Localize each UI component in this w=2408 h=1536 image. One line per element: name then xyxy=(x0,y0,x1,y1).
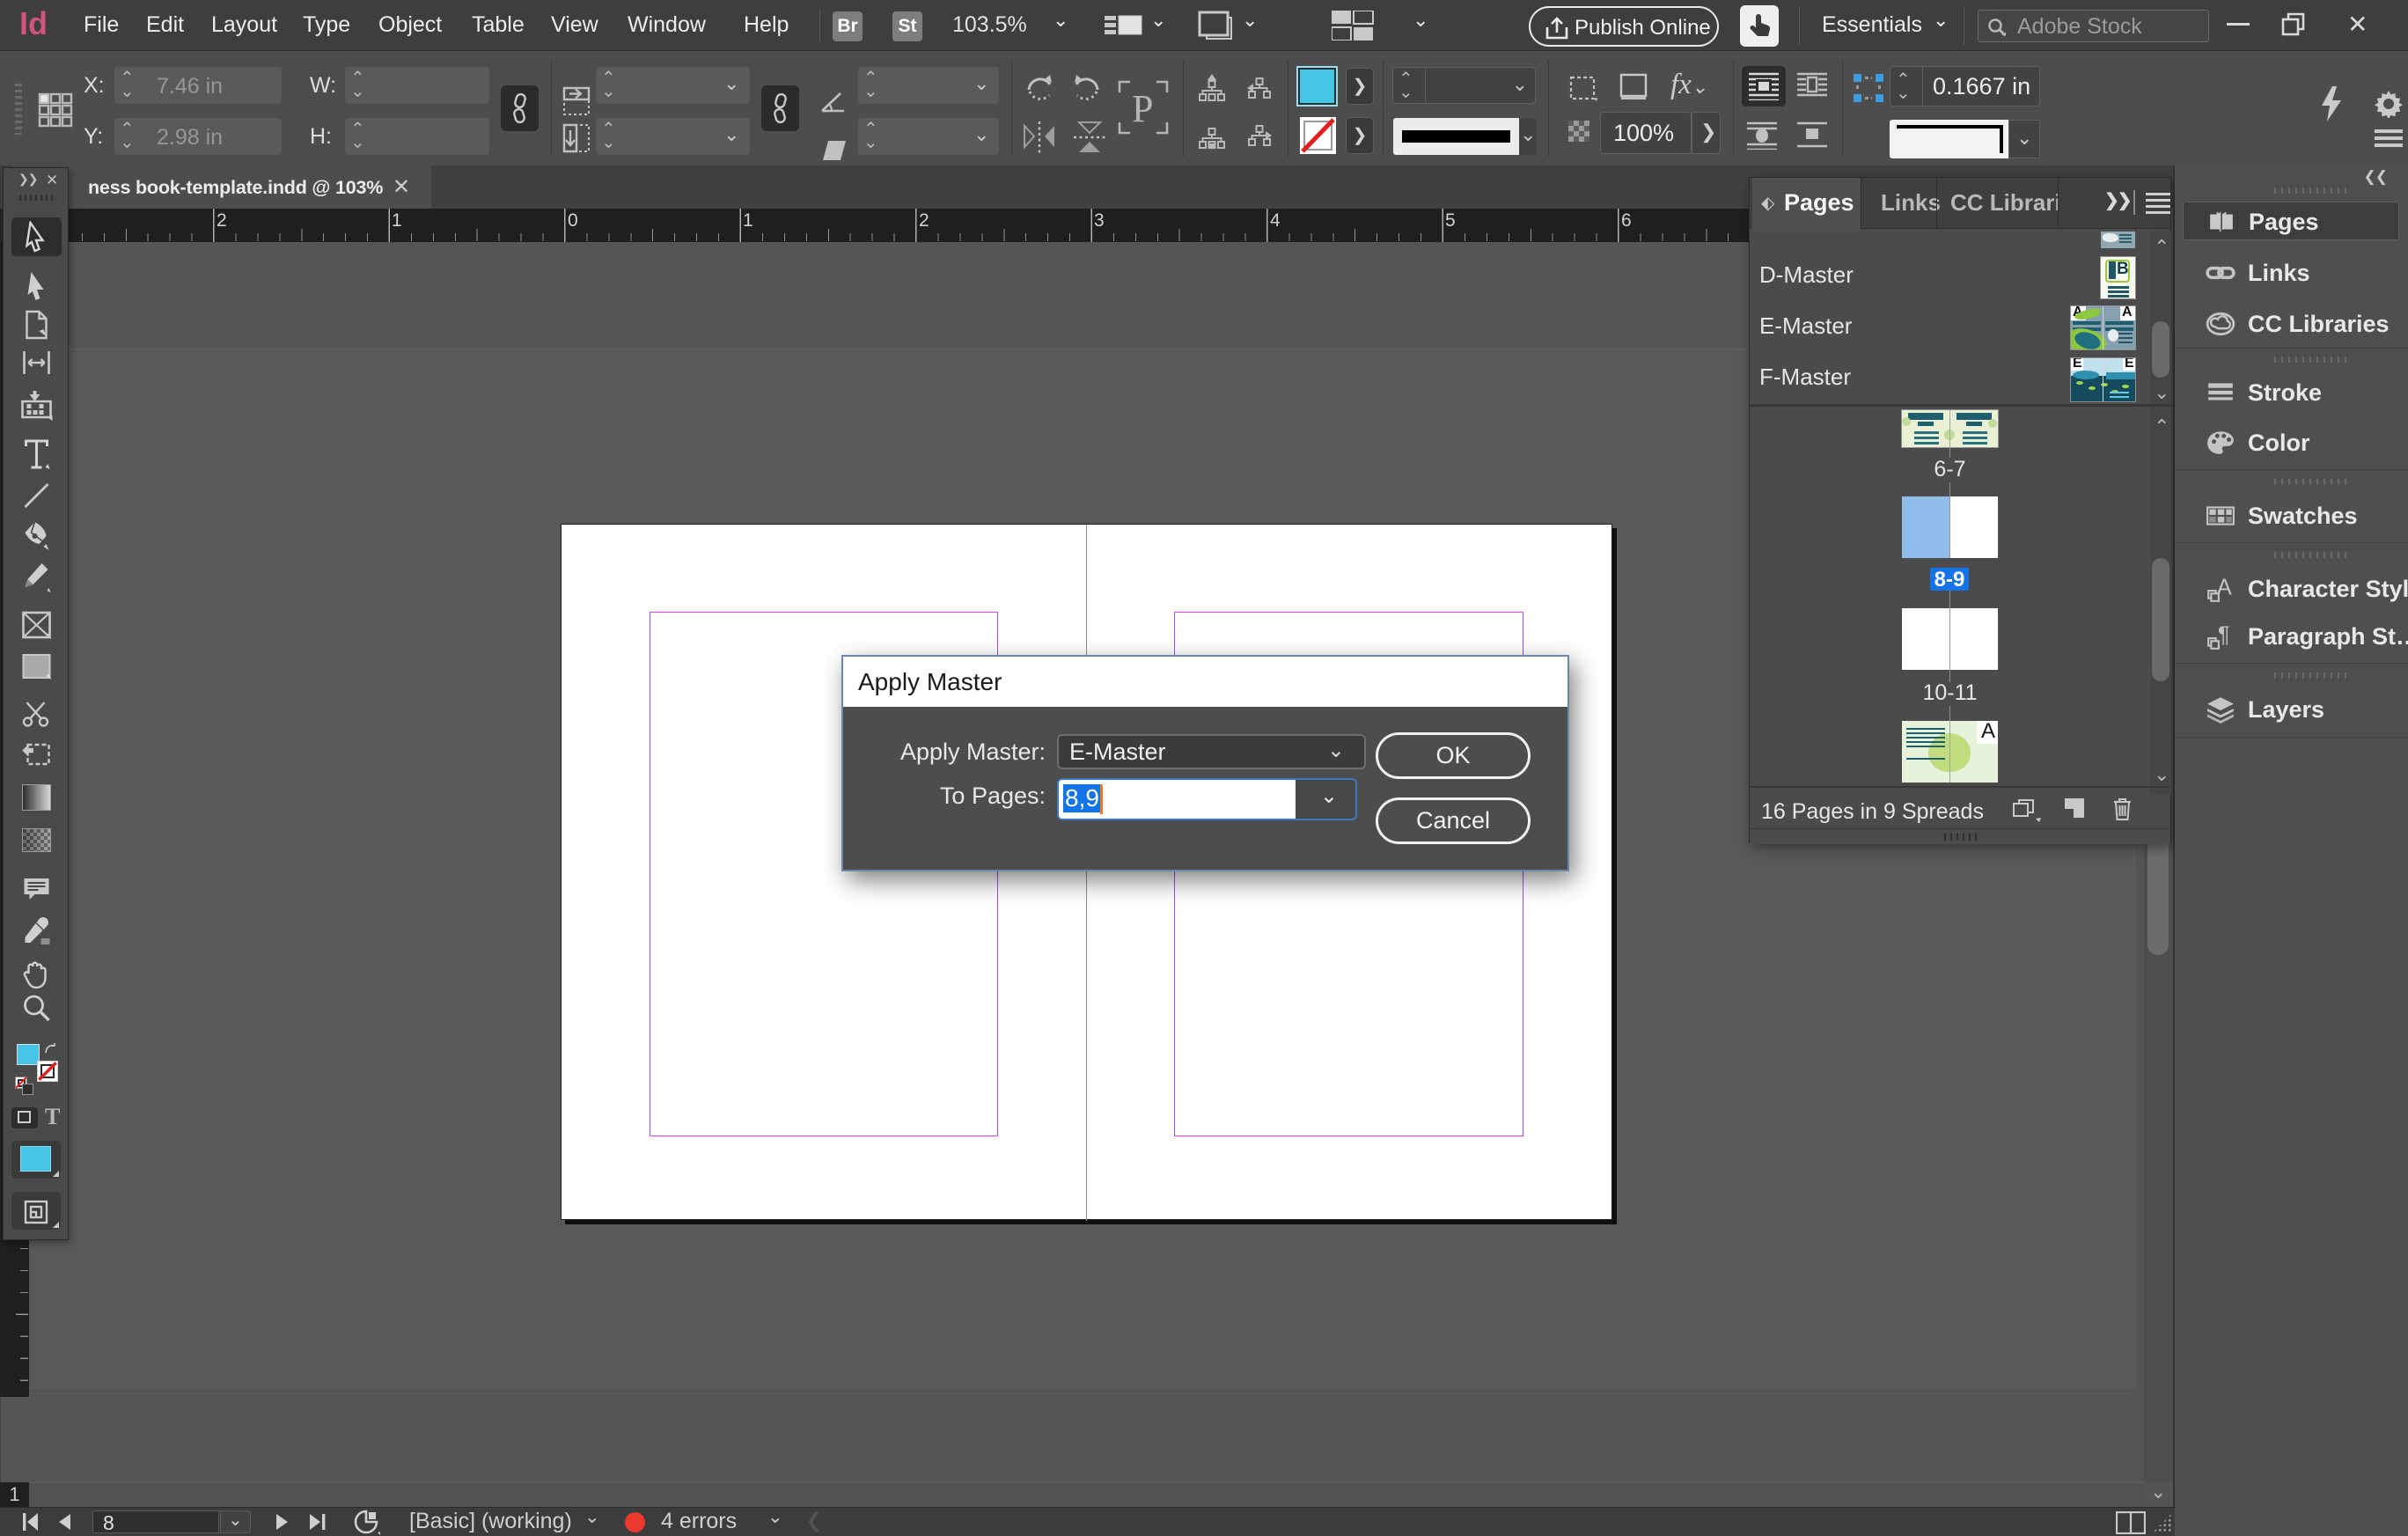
svg-text:P: P xyxy=(1132,87,1153,130)
